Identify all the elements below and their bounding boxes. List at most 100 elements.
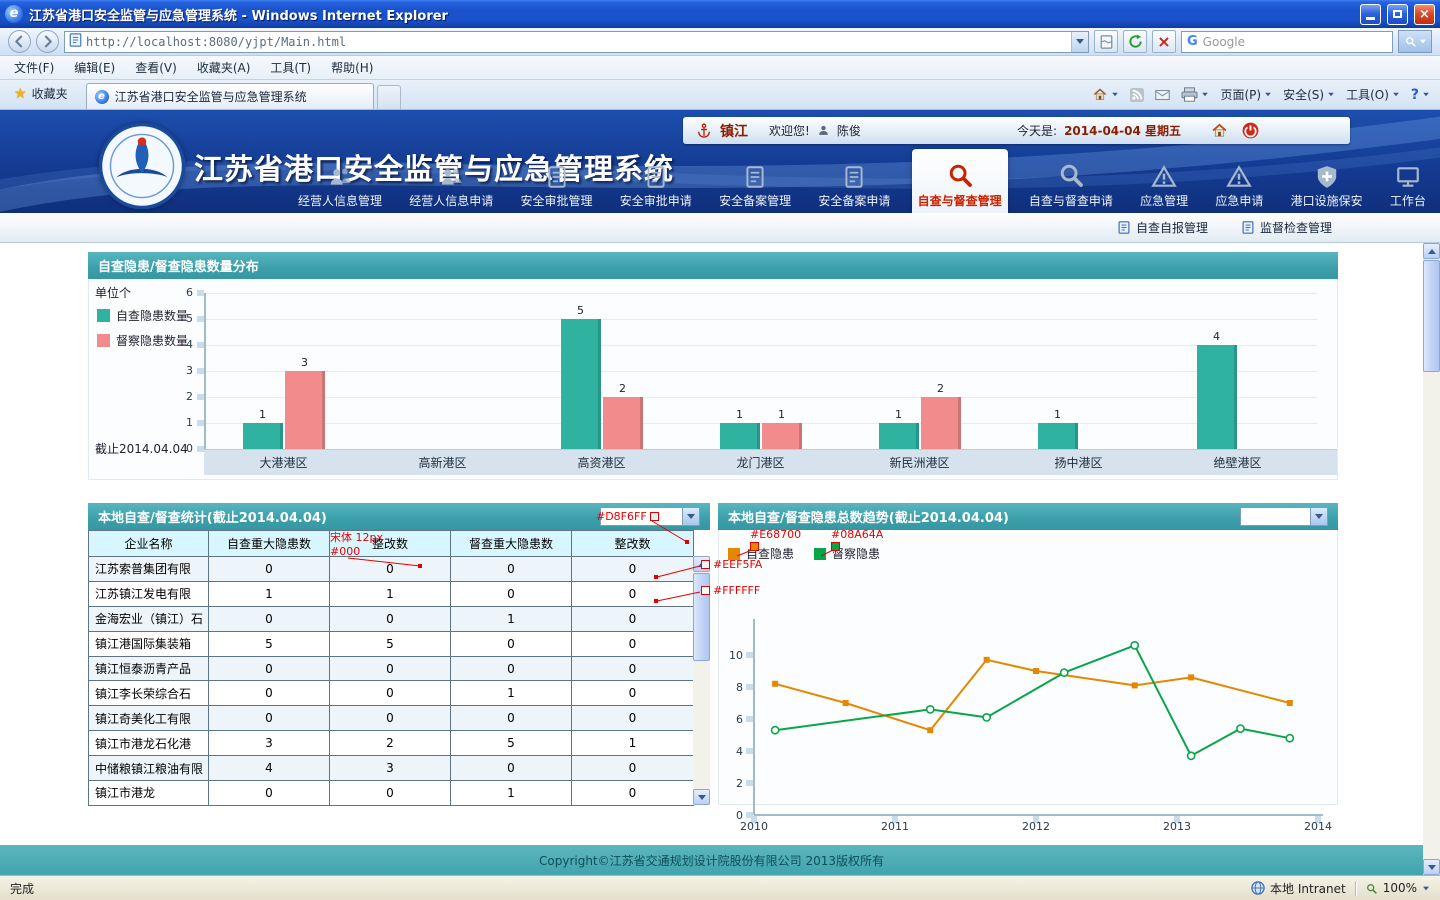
copyright-text: Copyright©江苏省交通规划设计院股份有限公司 2013版权所有 — [539, 852, 884, 869]
nav-item[interactable]: 经营人信息申请 — [403, 160, 499, 213]
minimize-button[interactable] — [1360, 4, 1381, 25]
url-box[interactable]: http://localhost:8080/yjpt/Main.html — [64, 31, 1089, 53]
doc-icon — [841, 164, 867, 190]
sub-navigation: 自查自报管理 监督检查管理 — [0, 213, 1440, 243]
refresh-button[interactable] — [1123, 30, 1147, 53]
bar-value-label: 1 — [762, 408, 802, 421]
search-placeholder: Google — [1203, 35, 1392, 49]
feeds-button[interactable] — [1130, 88, 1144, 102]
table-row[interactable]: 镇江奇美化工有限0000 — [89, 706, 694, 731]
back-button[interactable] — [8, 30, 31, 53]
combobox-arrow[interactable] — [682, 508, 699, 525]
zone-label: 本地 Intranet — [1270, 880, 1346, 897]
x-axis-label: 2013 — [1163, 820, 1191, 832]
supervision-bar — [921, 397, 961, 449]
new-tab-button[interactable] — [377, 85, 401, 109]
y-axis-tick — [197, 342, 204, 348]
table-row[interactable]: 金海宏业（镇江）石0010 — [89, 606, 694, 631]
bar-value-label: 1 — [243, 408, 283, 421]
table-row[interactable]: 镇江港国际集装箱5500 — [89, 631, 694, 656]
table-row[interactable]: 江苏镇江发电有限1100 — [89, 581, 694, 606]
column-header: 督查重大隐患数 — [451, 531, 572, 557]
mail-button[interactable] — [1155, 89, 1170, 101]
data-point-marker — [1033, 668, 1039, 674]
scroll-down-button[interactable] — [1423, 859, 1440, 875]
maximize-button[interactable] — [1387, 4, 1408, 25]
subnav-item-label: 自查自报管理 — [1136, 219, 1208, 236]
logout-icon[interactable] — [1241, 121, 1260, 140]
close-button[interactable]: × — [1414, 4, 1435, 25]
home-shortcut-icon[interactable] — [1210, 122, 1229, 139]
menu-item[interactable]: 收藏夹(A) — [187, 56, 261, 79]
menu-item[interactable]: 编辑(E) — [64, 56, 125, 79]
self-check-bar — [1038, 423, 1078, 449]
value-cell: 0 — [572, 706, 694, 731]
subnav-item[interactable]: 自查自报管理 — [1118, 219, 1208, 236]
nav-item[interactable]: 自查与督查管理 — [912, 149, 1008, 213]
table-row[interactable]: 镇江市港龙0010 — [89, 781, 694, 806]
toolbar-text-button[interactable]: 安全(S) — [1283, 86, 1335, 103]
favorites-button[interactable]: ★ 收藏夹 — [6, 81, 76, 106]
search-box[interactable]: G Google — [1181, 31, 1393, 53]
nav-item[interactable]: 经营人信息管理 — [292, 160, 388, 213]
table-row[interactable]: 中储粮镇江粮油有限4300 — [89, 756, 694, 781]
category-label: 扬中港区 — [1009, 449, 1149, 471]
forward-button[interactable] — [36, 30, 59, 53]
nav-item[interactable]: 安全审批管理 — [515, 160, 599, 213]
toolbar-button-label: 安全(S) — [1283, 86, 1324, 103]
nav-item[interactable]: 应急申请 — [1209, 160, 1269, 213]
scroll-up-button[interactable] — [1423, 243, 1440, 259]
menu-item[interactable]: 文件(F) — [4, 56, 64, 79]
nav-item[interactable]: 港口设施保安 — [1285, 160, 1369, 213]
home-button[interactable] — [1092, 87, 1119, 102]
color-swatch — [750, 542, 759, 551]
nav-item[interactable]: 安全备案申请 — [812, 160, 896, 213]
table-row[interactable]: 江苏索普集团有限0000 — [89, 557, 694, 582]
browser-tab[interactable]: e 江苏省港口安全监管与应急管理系统 — [86, 83, 374, 109]
toolbar-text-button[interactable]: 工具(O) — [1346, 86, 1400, 103]
color-swatch — [701, 560, 710, 569]
compatibility-view-button[interactable] — [1094, 30, 1118, 53]
menu-item[interactable]: 工具(T) — [260, 56, 321, 79]
page-scrollbar[interactable] — [1423, 243, 1440, 875]
value-cell: 0 — [451, 581, 572, 606]
supervision-bar — [603, 397, 643, 449]
supervision-line — [775, 645, 1290, 755]
menu-item[interactable]: 帮助(H) — [321, 56, 383, 79]
menu-item[interactable]: 查看(V) — [125, 56, 187, 79]
value-cell: 0 — [572, 781, 694, 806]
value-cell: 5 — [209, 631, 330, 656]
help-button[interactable]: ? — [1411, 87, 1430, 103]
subnav-item[interactable]: 监督检查管理 — [1242, 219, 1332, 236]
table-row[interactable]: 镇江市港龙石化港3251 — [89, 731, 694, 756]
y-axis-tick — [746, 652, 753, 658]
nav-item[interactable]: 安全备案管理 — [713, 160, 797, 213]
nav-item[interactable]: 自查与督查申请 — [1023, 156, 1119, 213]
data-point-marker — [1286, 735, 1293, 742]
combobox-arrow[interactable] — [1310, 508, 1327, 525]
zoom-control[interactable]: 100% — [1365, 881, 1430, 895]
scroll-thumb[interactable] — [1423, 260, 1440, 372]
chevron-down-icon — [1076, 39, 1084, 44]
stop-button[interactable]: × — [1152, 30, 1176, 53]
nav-item[interactable]: 安全审批申请 — [614, 160, 698, 213]
value-cell: 0 — [330, 656, 451, 681]
nav-item[interactable]: 工作台 — [1384, 160, 1432, 213]
nav-item[interactable]: 应急管理 — [1134, 160, 1194, 213]
company-name-cell: 金海宏业（镇江）石 — [89, 606, 209, 631]
value-cell: 1 — [572, 731, 694, 756]
search-button[interactable] — [1398, 30, 1432, 53]
toolbar-text-button[interactable]: 页面(P) — [1220, 86, 1272, 103]
company-name-cell: 镇江李长荣综合石 — [89, 681, 209, 706]
print-button[interactable] — [1181, 87, 1209, 102]
table-row[interactable]: 镇江恒泰沥青产品0000 — [89, 656, 694, 681]
category-label: 高资港区 — [532, 449, 672, 471]
zoom-icon — [1365, 882, 1378, 895]
scroll-down-button[interactable] — [693, 789, 710, 805]
table-row[interactable]: 镇江李长荣综合石0010 — [89, 681, 694, 706]
url-dropdown[interactable] — [1071, 32, 1088, 52]
value-cell: 0 — [330, 781, 451, 806]
people-icon — [327, 164, 353, 190]
annotation-table-font: 宋体 12px#000 — [330, 531, 383, 558]
trend-filter-combobox[interactable] — [1240, 507, 1328, 526]
